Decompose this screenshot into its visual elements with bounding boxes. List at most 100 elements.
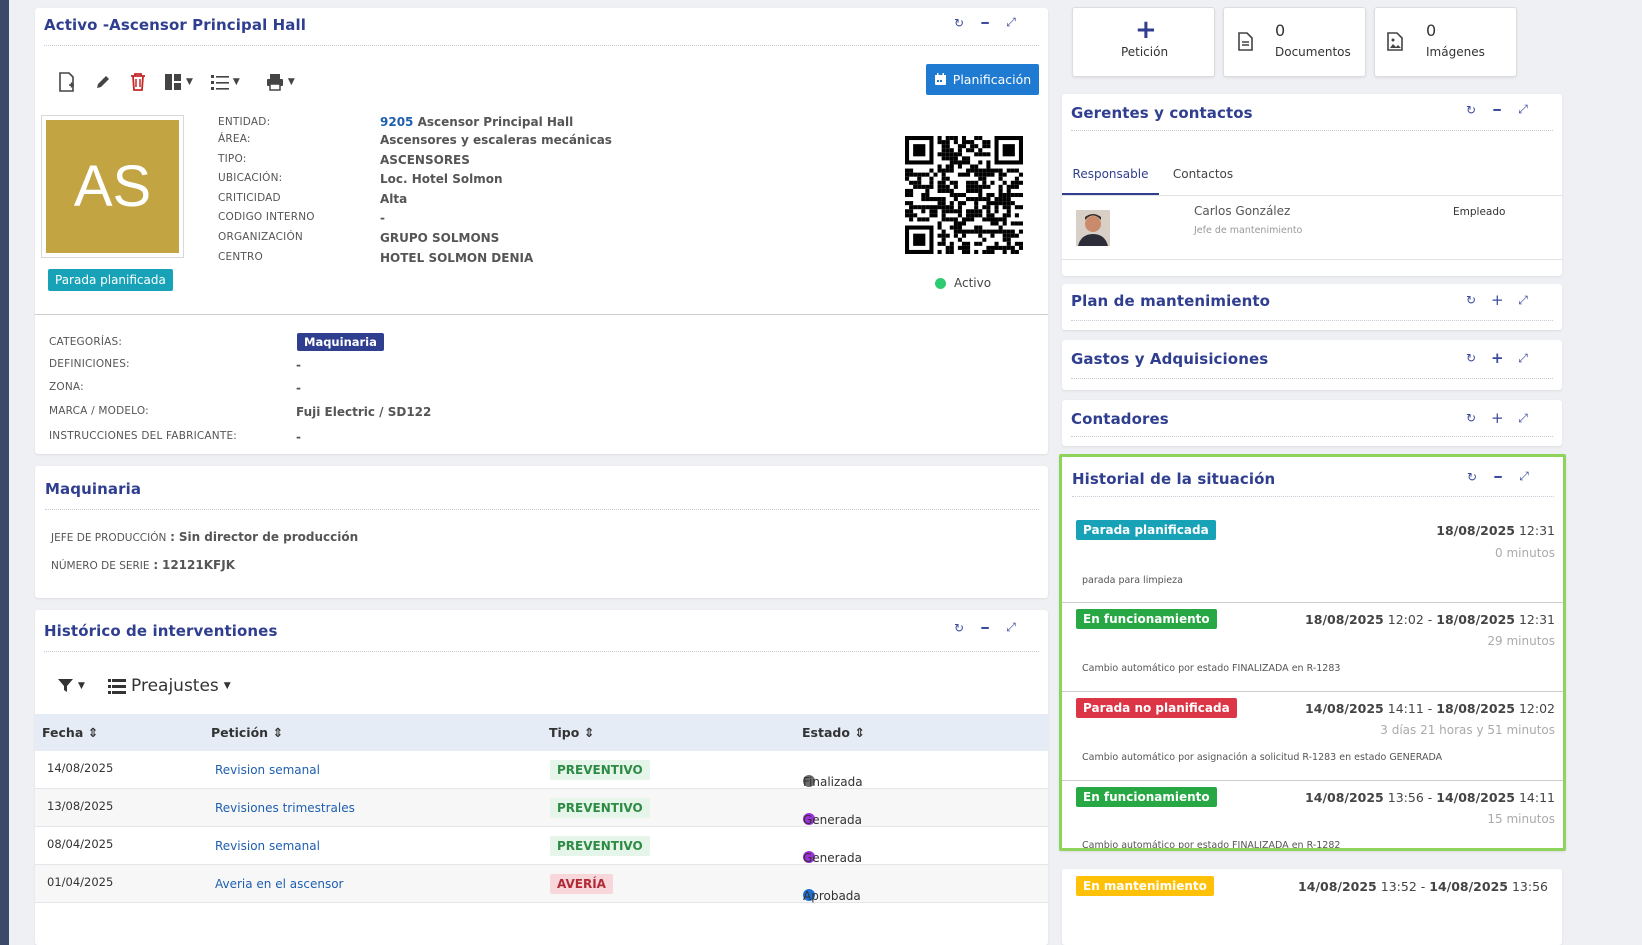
extra-label-marca: MARCA / MODELO: [49,405,149,417]
field-value-entidad: 9205 Ascensor Principal Hall [380,115,573,129]
history-date: 18/08/2025 12:02 - 18/08/2025 12:31 [1305,612,1555,627]
avatar-initials: AS [46,120,179,253]
history-duration: 3 días 21 horas y 51 minutos [1380,723,1555,737]
col-estado[interactable]: Estado ⇕ [802,725,865,740]
table-row[interactable]: 08/04/2025 Revision semanal PREVENTIVO G… [35,827,1048,865]
divider [1071,320,1553,321]
expand-icon[interactable]: ⤢ [1005,15,1017,30]
documents-card[interactable]: 0 Documentos [1223,7,1366,77]
minimize-icon[interactable]: ━ [979,16,991,30]
col-peticion[interactable]: Petición ⇕ [211,725,283,740]
edit-icon[interactable] [94,73,112,91]
refresh-icon[interactable]: ↻ [1465,351,1477,365]
refresh-icon[interactable]: ↻ [1466,470,1478,484]
field-value-codigo: - [380,211,385,225]
presets-dropdown[interactable]: Preajustes ▼ [108,676,231,696]
category-badge: Maquinaria [297,333,384,351]
images-count: 0 [1426,21,1437,40]
expand-icon[interactable]: ⤢ [1517,351,1529,366]
field-label-area: ÁREA: [218,133,251,145]
images-card[interactable]: 0 Imágenes [1374,7,1517,77]
minimize-icon[interactable]: ━ [979,621,991,635]
jefe-row: JEFE DE PRODUCCIÓN : Sin director de pro… [51,530,358,544]
entity-id-link[interactable]: 9205 [380,115,413,129]
plan-panel: Plan de mantenimiento ↻ + ⤢ [1062,284,1562,330]
refresh-icon[interactable]: ↻ [1465,103,1477,117]
add-icon[interactable]: + [1491,349,1504,367]
row-peticion-link[interactable]: Revision semanal [215,763,320,777]
minimize-icon[interactable]: ━ [1492,470,1504,484]
row-peticion-link[interactable]: Revisiones trimestrales [215,801,355,815]
document-icon [1238,32,1253,51]
tab-contactos[interactable]: Contactos [1160,154,1246,195]
extra-label-instrucciones: INSTRUCCIONES DEL FABRICANTE: [49,430,238,442]
divider [1062,259,1562,260]
tipo-badge: PREVENTIVO [550,836,650,856]
expand-icon[interactable]: ⤢ [1518,469,1530,484]
history-status-badge: Parada planificada [1076,520,1216,540]
minimize-icon[interactable]: ━ [1491,103,1503,117]
gerentes-title: Gerentes y contactos [1071,104,1253,122]
contadores-controls: ↻ + ⤢ [1465,409,1529,427]
field-label-ubicacion: UBICACIÓN: [218,172,283,184]
qr-status: Activo [935,276,991,290]
delete-icon[interactable] [130,73,146,91]
history-status-badge: Parada no planificada [1076,698,1237,718]
expand-icon[interactable]: ⤢ [1517,411,1529,426]
add-icon[interactable]: + [1491,409,1504,427]
new-document-icon[interactable] [58,72,76,92]
history-status-badge: En funcionamiento [1076,609,1217,629]
refresh-icon[interactable]: ↻ [953,16,965,30]
tipo-badge: PREVENTIVO [550,760,650,780]
row-peticion-link[interactable]: Averia en el ascensor [215,877,343,891]
person-type: Empleado [1453,206,1506,218]
expand-icon[interactable]: ⤢ [1005,620,1017,635]
row-fecha: 14/08/2025 [47,761,114,775]
tab-responsable[interactable]: Responsable [1062,154,1159,195]
qr-code [905,136,1023,254]
divider [1071,130,1553,131]
row-fecha: 01/04/2025 [47,875,114,889]
col-fecha[interactable]: Fecha ⇕ [42,725,98,740]
add-icon[interactable]: + [1491,291,1504,309]
refresh-icon[interactable]: ↻ [953,621,965,635]
row-fecha: 13/08/2025 [47,799,114,813]
divider [35,314,1048,315]
refresh-icon[interactable]: ↻ [1465,293,1477,307]
field-value-area: Ascensores y escaleras mecánicas [380,133,612,147]
person-role: Jefe de mantenimiento [1194,225,1303,236]
expand-icon[interactable]: ⤢ [1517,102,1529,117]
serie-sep: : [153,558,159,572]
row-peticion-link[interactable]: Revision semanal [215,839,320,853]
table-row[interactable]: 14/08/2025 Revision semanal PREVENTIVO F… [35,751,1048,789]
planning-button-label: Planificación [952,72,1032,87]
col-tipo[interactable]: Tipo ⇕ [549,725,594,740]
extra-label-zona: ZONA: [49,381,84,393]
history-duration: 29 minutos [1487,634,1555,648]
expand-icon[interactable]: ⤢ [1517,293,1529,308]
layout-dropdown-icon[interactable]: ▼ [164,73,193,91]
historial-title: Historial de la situación [1072,470,1276,488]
person-name: Carlos González [1194,204,1291,218]
filter-dropdown[interactable]: ▼ [58,678,85,693]
gastos-panel: Gastos y Adquisiciones ↻ + ⤢ [1062,340,1562,390]
table-row[interactable]: 01/04/2025 Averia en el ascensor AVERÍA … [35,865,1048,903]
documents-label: Documentos [1275,45,1351,59]
list-dropdown-icon[interactable]: ▼ [210,74,240,90]
image-icon [1387,32,1403,51]
serie-label: NÚMERO DE SERIE [51,560,150,572]
table-row[interactable]: 13/08/2025 Revisiones trimestrales PREVE… [35,789,1048,827]
active-dot-icon [935,277,946,289]
new-request-card[interactable]: + Petición [1072,7,1215,77]
extra-value-definiciones: - [296,358,301,372]
jefe-value: Sin director de producción [178,530,359,544]
field-label-entidad: ENTIDAD: [218,116,271,128]
planning-button[interactable]: Planificación [926,64,1039,95]
jefe-label: JEFE DE PRODUCCIÓN [51,532,167,544]
extra-label-definiciones: DEFINICIONES: [49,358,130,370]
print-dropdown-icon[interactable]: ▼ [266,73,295,91]
status-badge: Parada planificada [48,269,173,291]
history-status-badge: En mantenimiento [1076,876,1214,896]
contadores-panel: Contadores ↻ + ⤢ [1062,400,1562,446]
refresh-icon[interactable]: ↻ [1465,411,1477,425]
